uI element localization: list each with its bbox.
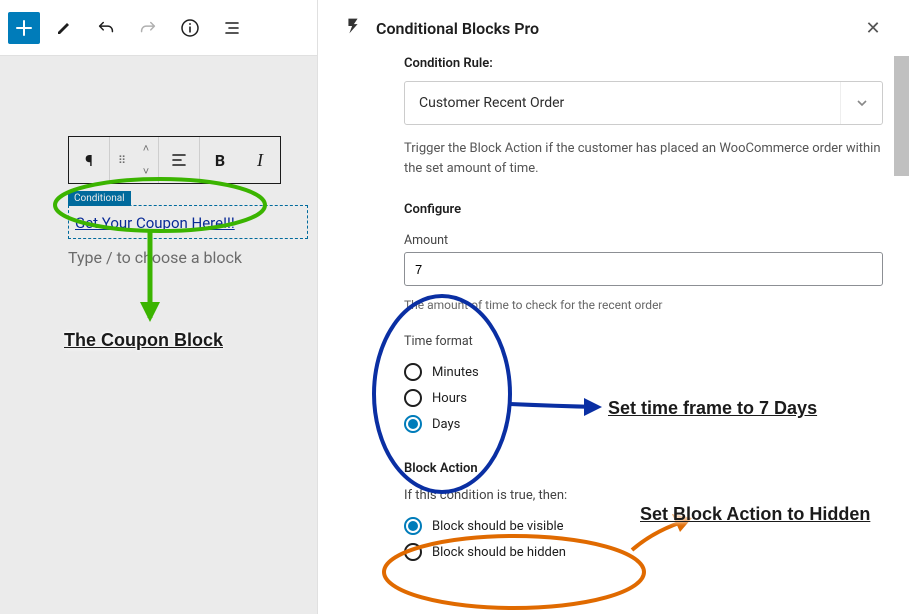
condition-rule-value: Customer Recent Order (419, 95, 564, 111)
chevron-down-icon (840, 82, 882, 124)
radio-icon (404, 389, 422, 407)
drag-handle-icon[interactable]: ⠿ (110, 137, 134, 183)
coupon-block[interactable]: Conditional Get Your Coupon Here!!! (68, 190, 308, 239)
radio-option[interactable]: Days (404, 411, 883, 437)
block-action-options: Block should be visible Block should be h… (404, 513, 883, 565)
move-down-button[interactable]: ˅ (134, 160, 158, 183)
radio-label: Block should be hidden (432, 545, 566, 560)
add-block-button[interactable] (8, 12, 40, 44)
radio-option[interactable]: Hours (404, 385, 883, 411)
radio-label: Days (432, 417, 460, 432)
block-action-help: If this condition is true, then: (404, 488, 883, 503)
close-icon[interactable]: ✕ (861, 18, 885, 39)
radio-option[interactable]: Block should be visible (404, 513, 883, 539)
radio-option[interactable]: Block should be hidden (404, 539, 883, 565)
conditional-blocks-panel: Conditional Blocks Pro ✕ Condition Rule:… (317, 0, 909, 614)
undo-button[interactable] (88, 10, 124, 46)
scrollbar[interactable] (894, 56, 909, 176)
configure-label: Configure (404, 202, 883, 217)
outline-button[interactable] (214, 10, 250, 46)
paragraph-icon[interactable]: ¶ (69, 137, 109, 183)
conditional-badge: Conditional (68, 191, 131, 206)
align-button[interactable] (159, 137, 199, 183)
panel-title: Conditional Blocks Pro (376, 19, 539, 38)
edit-mode-button[interactable] (46, 10, 82, 46)
radio-option[interactable]: Minutes (404, 359, 883, 385)
radio-icon (404, 543, 422, 561)
amount-help-text: The amount of time to check for the rece… (404, 296, 883, 314)
panel-header: Conditional Blocks Pro ✕ (318, 0, 909, 56)
radio-label: Block should be visible (432, 519, 564, 534)
block-appender-placeholder[interactable]: Type / to choose a block (68, 248, 242, 267)
plugin-icon (342, 15, 364, 41)
amount-input[interactable] (404, 252, 883, 286)
time-format-label: Time format (404, 334, 883, 349)
radio-label: Hours (432, 391, 467, 406)
move-up-button[interactable]: ˄ (134, 137, 158, 160)
trigger-help-text: Trigger the Block Action if the customer… (404, 139, 883, 178)
radio-icon (404, 363, 422, 381)
radio-label: Minutes (432, 365, 479, 380)
amount-label: Amount (404, 233, 883, 248)
block-toolbar: ¶ ⠿ ˄ ˅ B I (68, 136, 281, 184)
block-action-label: Block Action (404, 461, 883, 476)
panel-body[interactable]: Condition Rule: Customer Recent Order Tr… (318, 56, 909, 614)
condition-rule-label: Condition Rule: (404, 56, 883, 71)
details-button[interactable] (172, 10, 208, 46)
coupon-link-text[interactable]: Get Your Coupon Here!!! (75, 214, 235, 232)
italic-button[interactable]: I (240, 137, 280, 183)
redo-button[interactable] (130, 10, 166, 46)
bold-button[interactable]: B (200, 137, 240, 183)
radio-icon (404, 415, 422, 433)
radio-icon (404, 517, 422, 535)
time-format-options: Minutes Hours Days (404, 359, 883, 437)
condition-rule-select[interactable]: Customer Recent Order (404, 81, 883, 125)
